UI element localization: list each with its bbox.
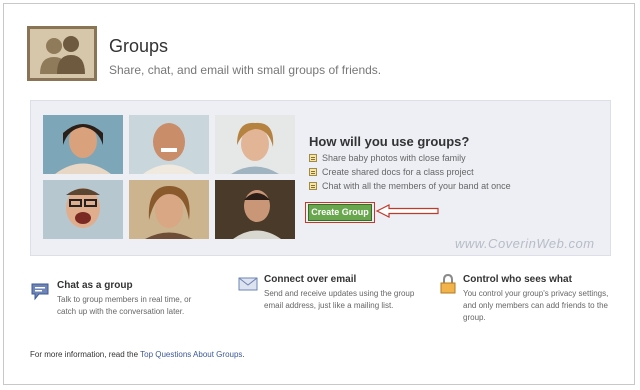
feature-desc-privacy: You control your group's privacy setting… xyxy=(463,289,609,322)
feature-title-chat: Chat as a group xyxy=(57,280,133,291)
note-icon xyxy=(309,154,317,162)
footer-info: For more information, read the Top Quest… xyxy=(30,350,245,359)
friend-photo-4 xyxy=(43,180,123,239)
lock-icon xyxy=(440,274,456,294)
friend-photo-1 xyxy=(43,115,123,174)
watermark: www.CoverinWeb.com xyxy=(455,236,595,251)
chat-bubble-icon xyxy=(31,283,49,301)
page-subtitle: Share, chat, and email with small groups… xyxy=(109,63,382,77)
list-item: Create shared docs for a class project xyxy=(309,165,511,179)
groups-people-icon xyxy=(27,26,97,81)
pointer-arrow-icon xyxy=(375,204,439,218)
feature-desc-chat: Talk to group members in real time, or c… xyxy=(57,295,192,316)
top-questions-link[interactable]: Top Questions About Groups xyxy=(140,350,242,359)
use-groups-heading: How will you use groups? xyxy=(309,134,470,149)
create-group-button[interactable]: Create Group xyxy=(308,204,372,221)
note-icon xyxy=(309,182,317,190)
note-icon xyxy=(309,168,317,176)
friend-photo-3 xyxy=(215,115,295,174)
use-list: Share baby photos with close family Crea… xyxy=(309,151,511,193)
feature-desc-email: Send and receive updates using the group… xyxy=(264,289,415,310)
friend-photo-2 xyxy=(129,115,209,174)
list-item: Share baby photos with close family xyxy=(309,151,511,165)
feature-title-email: Connect over email xyxy=(264,274,357,285)
friend-photo-5 xyxy=(129,180,209,239)
page-title: Groups xyxy=(109,36,169,56)
feature-title-privacy: Control who sees what xyxy=(463,274,572,285)
friend-photo-6 xyxy=(215,180,295,239)
list-item: Chat with all the members of your band a… xyxy=(309,179,511,193)
envelope-icon xyxy=(238,277,258,291)
